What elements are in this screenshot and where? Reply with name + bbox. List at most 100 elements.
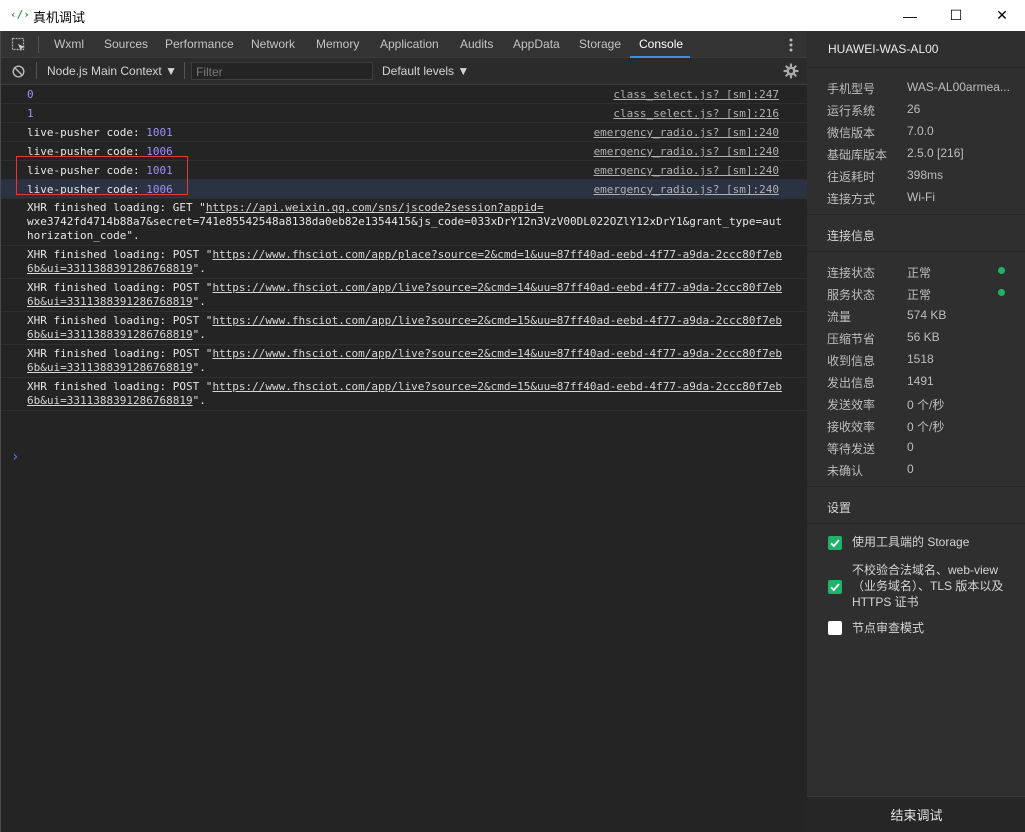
- panel-divider: [807, 251, 1025, 252]
- levels-selector[interactable]: Default levels ▼: [382, 64, 469, 78]
- xhr-url[interactable]: https://www.fhsciot.com/app/live?source=…: [212, 314, 782, 327]
- conn-label: 流量: [827, 310, 852, 324]
- xhr-suffix: ".: [192, 361, 206, 374]
- xhr-suffix: ".: [192, 328, 206, 341]
- info-label: 微信版本: [827, 126, 876, 140]
- log-row: 1 class_select.js? [sm]:216: [1, 104, 807, 123]
- element-picker-icon[interactable]: [11, 37, 27, 53]
- info-value: 2.5.0 [216]: [907, 146, 964, 160]
- window-title: 真机调试: [33, 10, 86, 25]
- source-link[interactable]: class_select.js? [sm]:216: [613, 104, 779, 123]
- tab-network[interactable]: Network: [251, 37, 295, 51]
- xhr-url[interactable]: https://www.fhsciot.com/app/live?source=…: [212, 347, 782, 360]
- conn-label: 未确认: [827, 464, 864, 478]
- panel-divider: [807, 67, 1025, 68]
- log-code: 1001: [146, 126, 173, 139]
- panel-divider: [807, 486, 1025, 487]
- log-row: 0 class_select.js? [sm]:247: [1, 85, 807, 104]
- xhr-url-cont[interactable]: 6b&ui=3311388391286768819: [27, 262, 193, 275]
- filter-input[interactable]: [192, 64, 372, 80]
- xhr-row: XHR finished loading: POST "https://www.…: [1, 378, 807, 411]
- conn-value: 1491: [907, 374, 934, 388]
- xhr-url-cont[interactable]: 6b&ui=3311388391286768819: [27, 394, 193, 407]
- xhr-suffix: ".: [192, 295, 206, 308]
- more-menu-icon[interactable]: [787, 37, 795, 53]
- xhr-url-cont[interactable]: 6b&ui=3311388391286768819: [27, 328, 193, 341]
- tab-memory[interactable]: Memory: [316, 37, 359, 51]
- tab-storage[interactable]: Storage: [579, 37, 621, 51]
- close-button[interactable]: ✕: [979, 0, 1025, 31]
- domain-check-label[interactable]: 不校验合法域名、web-view（业务域名）、TLS 版本以及 HTTPS 证书: [852, 562, 1010, 610]
- xhr-prefix: XHR finished loading: GET ": [27, 201, 206, 214]
- source-link[interactable]: emergency_radio.js? [sm]:240: [594, 142, 779, 161]
- domain-check-checkbox[interactable]: [828, 580, 842, 594]
- source-link[interactable]: emergency_radio.js? [sm]:240: [594, 161, 779, 180]
- settings-section-title: 设置: [827, 501, 852, 515]
- tab-wxml[interactable]: Wxml: [54, 37, 84, 51]
- log-value: 1: [27, 107, 34, 120]
- tab-sources[interactable]: Sources: [104, 37, 148, 51]
- panel-tabs: Wxml Sources Performance Network Memory …: [1, 31, 807, 58]
- source-link[interactable]: emergency_radio.js? [sm]:240: [594, 123, 779, 142]
- conn-value: 56 KB: [907, 330, 940, 344]
- info-value: 7.0.0: [907, 124, 934, 138]
- end-debug-button[interactable]: 结束调试: [807, 796, 1025, 832]
- gear-icon[interactable]: [783, 63, 799, 79]
- xhr-url-cont[interactable]: 6b&ui=3311388391286768819: [27, 295, 193, 308]
- info-label: 往返耗时: [827, 170, 876, 184]
- storage-checkbox[interactable]: [828, 536, 842, 550]
- node-inspect-label[interactable]: 节点审查模式: [852, 620, 1022, 636]
- connection-section-title: 连接信息: [827, 229, 876, 243]
- tab-performance[interactable]: Performance: [165, 37, 234, 51]
- code-icon: ‹/›: [10, 8, 30, 21]
- log-row: live-pusher code: 1001 emergency_radio.j…: [1, 123, 807, 142]
- tab-console[interactable]: Console: [639, 37, 683, 51]
- conn-label: 压缩节省: [827, 332, 876, 346]
- maximize-button[interactable]: ☐: [933, 0, 979, 31]
- info-value: WAS-AL00armea...: [907, 80, 1010, 94]
- minimize-button[interactable]: —: [887, 0, 933, 31]
- xhr-url[interactable]: https://www.fhsciot.com/app/live?source=…: [212, 380, 782, 393]
- status-ok-dot: [998, 289, 1005, 296]
- conn-label: 发出信息: [827, 376, 876, 390]
- xhr-url[interactable]: https://www.fhsciot.com/app/place?source…: [212, 248, 782, 261]
- device-name: HUAWEI-WAS-AL00: [828, 42, 939, 56]
- console-prompt[interactable]: ›: [11, 449, 19, 465]
- xhr-url[interactable]: https://api.weixin.qq.com/sns/jscode2ses…: [206, 201, 544, 214]
- clear-console-icon[interactable]: [12, 65, 25, 78]
- console-output: 0 class_select.js? [sm]:247 1 class_sele…: [1, 85, 807, 411]
- xhr-url[interactable]: https://www.fhsciot.com/app/live?source=…: [212, 281, 782, 294]
- filter-box: [191, 62, 373, 80]
- source-link[interactable]: emergency_radio.js? [sm]:240: [594, 180, 779, 199]
- chevron-down-icon: ▼: [165, 64, 177, 78]
- toolbar-divider: [36, 62, 37, 79]
- xhr-prefix: XHR finished loading: POST ": [27, 281, 213, 294]
- info-label: 连接方式: [827, 192, 876, 206]
- storage-checkbox-label[interactable]: 使用工具端的 Storage: [852, 534, 1022, 550]
- xhr-row: XHR finished loading: GET "https://api.w…: [1, 199, 807, 246]
- levels-label: Default levels: [382, 64, 455, 78]
- xhr-row: XHR finished loading: POST "https://www.…: [1, 312, 807, 345]
- xhr-row: XHR finished loading: POST "https://www.…: [1, 279, 807, 312]
- info-value: 26: [907, 102, 921, 116]
- xhr-suffix: ".: [192, 394, 206, 407]
- node-inspect-checkbox[interactable]: [828, 621, 842, 635]
- xhr-row: XHR finished loading: POST "https://www.…: [1, 345, 807, 378]
- status-ok-dot: [998, 267, 1005, 274]
- xhr-url-cont[interactable]: 6b&ui=3311388391286768819: [27, 361, 193, 374]
- conn-value: 0: [907, 462, 914, 476]
- maximize-icon: ☐: [949, 7, 963, 23]
- panel-divider: [807, 523, 1025, 524]
- xhr-prefix: XHR finished loading: POST ": [27, 314, 213, 327]
- conn-label: 等待发送: [827, 442, 876, 456]
- xhr-suffix: ".: [126, 229, 140, 242]
- xhr-url-cont: horization_code: [27, 229, 127, 242]
- xhr-prefix: XHR finished loading: POST ": [27, 380, 213, 393]
- context-selector[interactable]: Node.js Main Context ▼: [47, 64, 177, 78]
- tab-application[interactable]: Application: [380, 37, 439, 51]
- highlight-annotation-box: [16, 156, 188, 195]
- tab-appdata[interactable]: AppData: [513, 37, 560, 51]
- tab-audits[interactable]: Audits: [460, 37, 493, 51]
- devtools-frame: Wxml Sources Performance Network Memory …: [0, 31, 1025, 832]
- source-link[interactable]: class_select.js? [sm]:247: [613, 85, 779, 104]
